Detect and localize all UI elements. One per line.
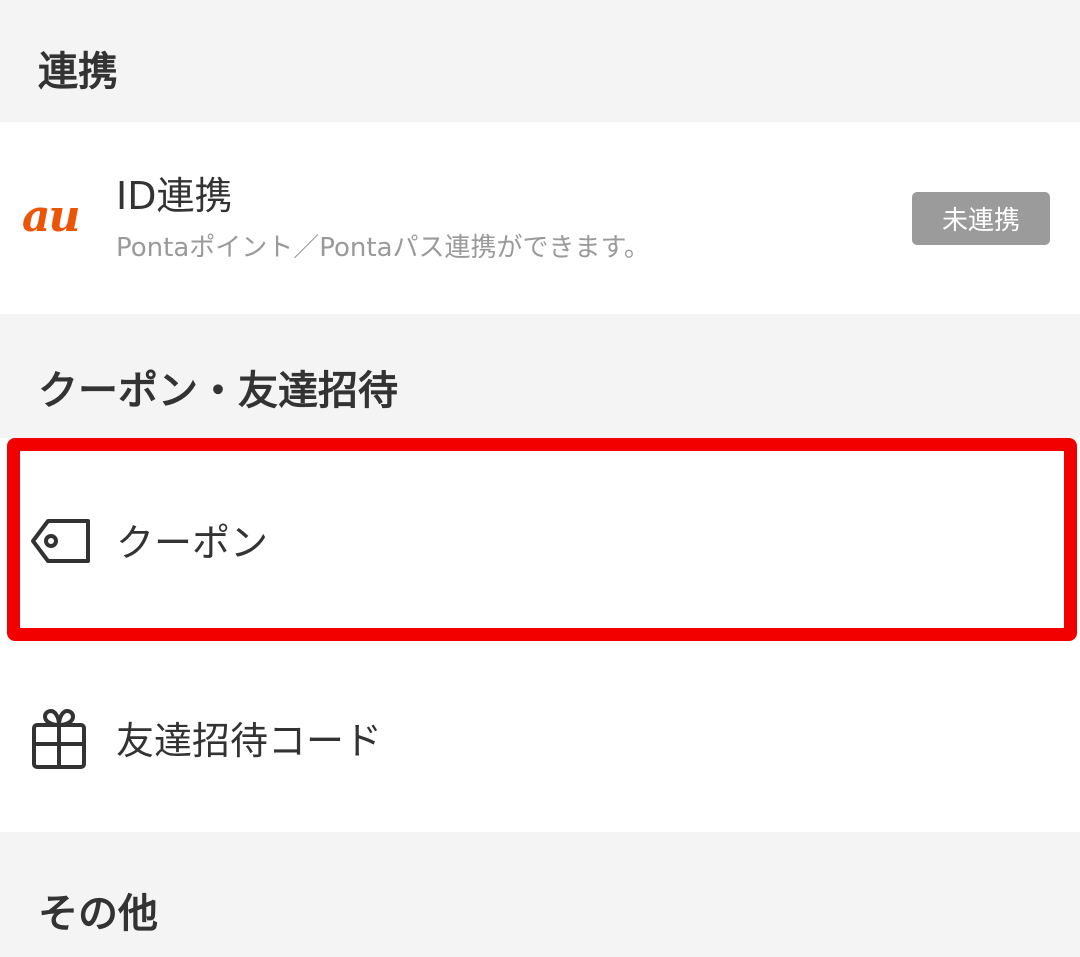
coupon-label: クーポン (116, 521, 269, 565)
section-title-coupon-invite: クーポン・友達招待 (38, 368, 398, 414)
coupon-row[interactable]: クーポン (0, 438, 1080, 641)
invite-code-row[interactable]: 友達招待コード (0, 641, 1080, 832)
invite-code-label: 友達招待コード (116, 719, 383, 763)
id-link-row[interactable]: au ID連携 Pontaポイント／Pontaパス連携ができます。 未連携 (0, 122, 1080, 314)
au-logo: au (22, 191, 80, 242)
section-header-other: その他 (0, 832, 1080, 957)
id-link-description: Pontaポイント／Pontaパス連携ができます。 (116, 233, 650, 263)
section-title-other: その他 (38, 891, 158, 937)
tag-icon (30, 517, 92, 569)
id-link-title: ID連携 (116, 174, 233, 218)
section-title-link: 連携 (38, 49, 118, 95)
section-header-link: 連携 (0, 0, 1080, 122)
status-badge: 未連携 (912, 192, 1050, 245)
gift-icon (30, 708, 88, 774)
section-header-coupon-invite: クーポン・友達招待 (0, 314, 1080, 438)
